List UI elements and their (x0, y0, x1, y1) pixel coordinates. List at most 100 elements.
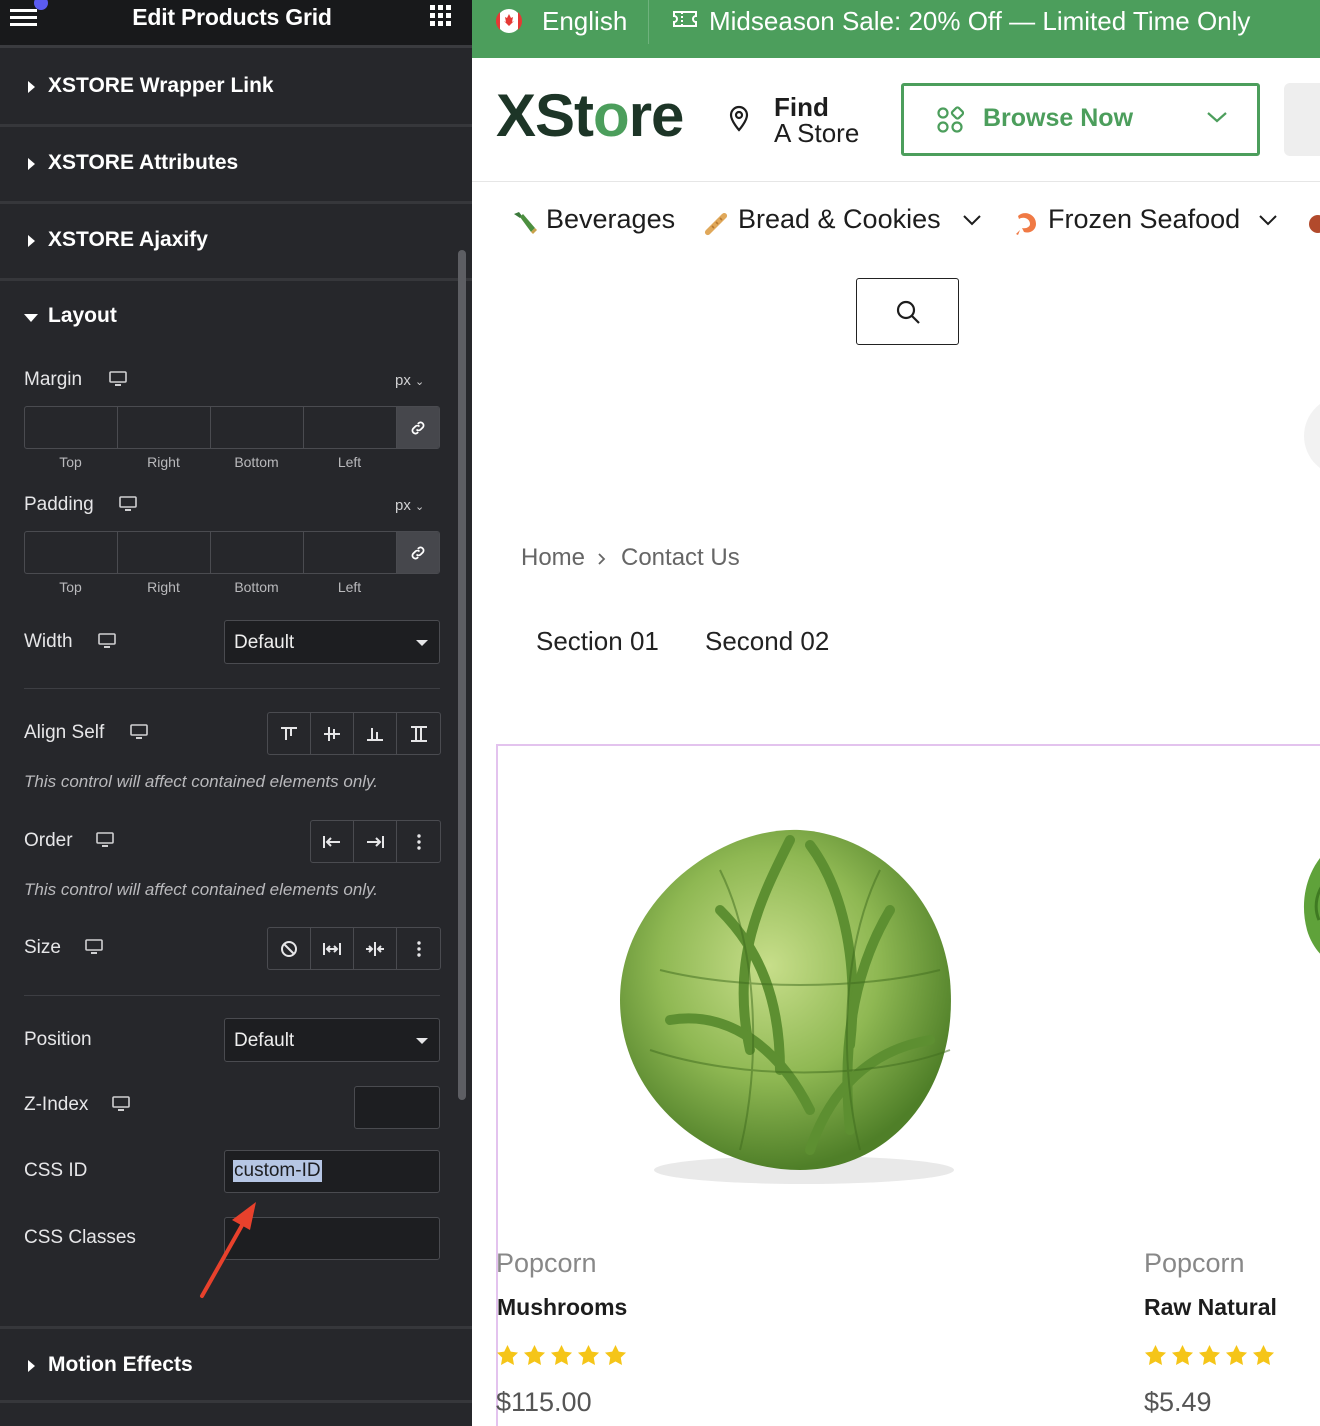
align-self-note: This control will affect contained eleme… (24, 772, 379, 791)
width-select[interactable]: Default (224, 620, 440, 664)
margin-unit-select[interactable]: px ⌄ (395, 372, 424, 389)
order-end-icon (367, 835, 384, 848)
margin-bottom-input[interactable] (211, 407, 304, 448)
margin-right-input[interactable] (118, 407, 211, 448)
desktop-device-icon[interactable] (96, 832, 114, 848)
css-id-label: CSS ID (24, 1160, 88, 1181)
margin-top-label: Top (59, 454, 82, 470)
padding-bottom-label: Bottom (234, 579, 279, 595)
desktop-device-icon[interactable] (119, 496, 137, 512)
order-more-button[interactable] (397, 821, 440, 862)
search-icon (896, 300, 920, 324)
padding-right-label: Right (147, 579, 180, 595)
align-self-buttons (267, 712, 441, 755)
product-category[interactable]: Popcorn (1144, 1248, 1245, 1279)
margin-top-input[interactable] (25, 407, 118, 448)
desktop-device-icon[interactable] (85, 939, 103, 955)
search-button[interactable] (856, 278, 959, 345)
caret-right-icon (28, 158, 35, 170)
align-stretch-button[interactable] (397, 713, 440, 754)
desktop-device-icon[interactable] (98, 633, 116, 649)
bottle-icon (514, 212, 537, 234)
editor-topbar: Edit Products Grid (0, 0, 472, 48)
breadcrumb-home[interactable]: Home (521, 544, 585, 572)
align-start-button[interactable] (268, 713, 311, 754)
order-label: Order (24, 830, 73, 851)
padding-unit-value: px (395, 497, 411, 514)
order-start-button[interactable] (311, 821, 354, 862)
star-icon (523, 1344, 546, 1365)
chevron-down-icon[interactable] (962, 214, 982, 226)
promo-text[interactable]: Midseason Sale: 20% Off — Limited Time O… (709, 6, 1250, 37)
align-start-icon (281, 726, 297, 740)
padding-left-label: Left (337, 579, 362, 595)
category-frozen-seafood[interactable]: Frozen Seafood (1048, 204, 1240, 235)
find-store-line2[interactable]: A Store (774, 118, 859, 149)
order-end-button[interactable] (354, 821, 397, 862)
divider (648, 0, 649, 44)
padding-top-input[interactable] (25, 532, 118, 573)
size-none-button[interactable] (268, 928, 311, 969)
caret-right-icon (28, 81, 35, 93)
link-values-button[interactable] (397, 532, 439, 573)
canada-flag-icon[interactable] (496, 6, 522, 36)
section-layout[interactable]: Layout (0, 280, 472, 350)
link-values-button[interactable] (397, 407, 439, 448)
size-shrink-button[interactable] (354, 928, 397, 969)
logo-leaf-letter: o (593, 82, 630, 149)
desktop-device-icon[interactable] (109, 371, 127, 387)
padding-bottom-input[interactable] (211, 532, 304, 573)
position-select[interactable]: Default (224, 1018, 440, 1062)
size-grow-button[interactable] (311, 928, 354, 969)
section-xstore-wrapper-link[interactable]: XSTORE Wrapper Link (0, 50, 472, 127)
z-index-input[interactable] (354, 1086, 440, 1129)
category-more-icon (1309, 215, 1320, 233)
css-classes-label: CSS Classes (24, 1227, 136, 1248)
caret-down-icon (416, 1038, 428, 1044)
star-icon (1144, 1344, 1167, 1365)
store-logo[interactable]: XStore (496, 86, 684, 146)
product-image-raw-natural[interactable] (1297, 840, 1320, 980)
widgets-grid-icon[interactable] (430, 5, 452, 27)
section-xstore-ajaxify[interactable]: XSTORE Ajaxify (0, 204, 472, 281)
align-center-button[interactable] (311, 713, 354, 754)
align-end-icon (367, 727, 383, 741)
css-id-input[interactable]: custom-ID (224, 1150, 440, 1193)
star-icon (496, 1344, 519, 1365)
section-xstore-attributes[interactable]: XSTORE Attributes (0, 127, 472, 204)
margin-left-input[interactable] (304, 407, 397, 448)
align-end-button[interactable] (354, 713, 397, 754)
align-self-label: Align Self (24, 722, 105, 743)
grow-icon (323, 942, 341, 955)
padding-unit-select[interactable]: px ⌄ (395, 497, 424, 514)
floating-round-button[interactable] (1304, 396, 1320, 476)
desktop-device-icon[interactable] (112, 1096, 130, 1112)
tab-second-02[interactable]: Second 02 (705, 626, 829, 657)
header-action-button[interactable] (1284, 83, 1320, 156)
section-label: XSTORE Wrapper Link (48, 74, 274, 97)
language-selector[interactable]: English (542, 6, 627, 37)
product-image-cabbage[interactable] (600, 800, 1000, 1200)
product-category[interactable]: Popcorn (496, 1248, 597, 1279)
category-bread-cookies[interactable]: Bread & Cookies (738, 204, 941, 235)
margin-inputs (24, 406, 440, 449)
map-pin-icon (729, 105, 749, 132)
padding-left-input[interactable] (304, 532, 397, 573)
chevron-down-icon[interactable] (1258, 214, 1278, 226)
tab-section-01[interactable]: Section 01 (536, 626, 659, 657)
section-motion-effects[interactable]: Motion Effects (0, 1326, 472, 1403)
caret-down-icon (416, 640, 428, 646)
product-price: $115.00 (496, 1387, 592, 1417)
category-menu: Beverages Bread & Cookies Frozen Seafood (472, 182, 1320, 262)
padding-right-input[interactable] (118, 532, 211, 573)
panel-scrollbar[interactable] (458, 250, 466, 1100)
browse-now-button[interactable]: Browse Now (901, 83, 1260, 156)
product-title[interactable]: Raw Natural (1144, 1294, 1277, 1321)
category-beverages[interactable]: Beverages (546, 204, 675, 235)
size-more-button[interactable] (397, 928, 440, 969)
more-vertical-icon (416, 833, 421, 850)
chevron-down-icon: ⌄ (415, 501, 425, 513)
ticket-icon (673, 11, 697, 27)
product-title[interactable]: Mushrooms (497, 1294, 627, 1321)
desktop-device-icon[interactable] (130, 724, 148, 740)
